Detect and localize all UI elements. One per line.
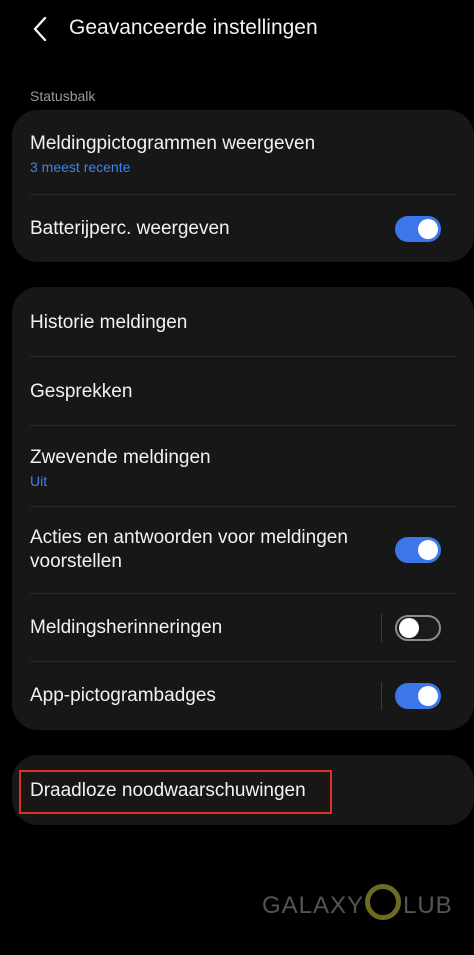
toggle-knob (418, 540, 438, 560)
setting-battery-percentage[interactable]: Batterijperc. weergeven (12, 195, 474, 262)
setting-app-icon-badges[interactable]: App-pictogrambadges (12, 662, 474, 730)
setting-suggest-actions[interactable]: Acties en antwoorden voor meldingen voor… (12, 507, 474, 593)
setting-label: Zwevende meldingen (30, 447, 211, 468)
setting-label: Batterijperc. weergeven (30, 218, 230, 239)
setting-sublabel: 3 meest recente (30, 159, 131, 175)
toggle-knob (418, 686, 438, 706)
setting-notification-history[interactable]: Historie meldingen (12, 287, 474, 356)
setting-wireless-emergency-alerts[interactable]: Draadloze noodwaarschuwingen (12, 755, 474, 825)
toggle-knob (418, 219, 438, 239)
setting-conversations[interactable]: Gesprekken (12, 357, 474, 425)
setting-notification-icons[interactable]: Meldingpictogrammen weergeven 3 meest re… (12, 110, 474, 194)
watermark-text-2: LUB (403, 892, 453, 920)
page-title: Geavanceerde instellingen (69, 16, 318, 39)
wireless-alerts-card: Draadloze noodwaarschuwingen (12, 755, 474, 825)
reminders-toggle-switch[interactable] (395, 615, 441, 641)
toggle-knob (399, 618, 419, 638)
watermark-logo-icon (365, 884, 401, 920)
setting-label: Draadloze noodwaarschuwingen (30, 780, 306, 801)
watermark-part1: GALAXY (262, 892, 365, 919)
battery-toggle-switch[interactable] (395, 216, 441, 242)
section-label-statusbar: Statusbalk (30, 88, 96, 104)
setting-notification-reminders[interactable]: Meldingsherinneringen (12, 594, 474, 661)
suggest-actions-toggle-switch[interactable] (395, 537, 441, 563)
setting-label: Historie meldingen (30, 312, 188, 333)
setting-floating-notifications[interactable]: Zwevende meldingen Uit (12, 426, 474, 506)
watermark-part2: LUB (403, 892, 453, 919)
setting-label-line2: voorstellen (30, 551, 122, 572)
setting-label-line1: Acties en antwoorden voor meldingen (30, 527, 348, 548)
setting-label: Meldingsherinneringen (30, 617, 223, 638)
setting-label: Gesprekken (30, 381, 133, 402)
setting-sublabel: Uit (30, 473, 48, 489)
back-arrow-icon[interactable] (28, 14, 52, 44)
statusbar-card: Meldingpictogrammen weergeven 3 meest re… (12, 110, 474, 262)
watermark-text: GALAXY (262, 892, 364, 920)
setting-label: App-pictogrambadges (30, 685, 216, 706)
vertical-divider (381, 682, 382, 710)
header: Geavanceerde instellingen (0, 0, 474, 60)
badges-toggle-switch[interactable] (395, 683, 441, 709)
vertical-divider (381, 614, 382, 642)
setting-label: Meldingpictogrammen weergeven (30, 133, 316, 154)
notifications-card: Historie meldingen Gesprekken Zwevende m… (12, 287, 474, 730)
